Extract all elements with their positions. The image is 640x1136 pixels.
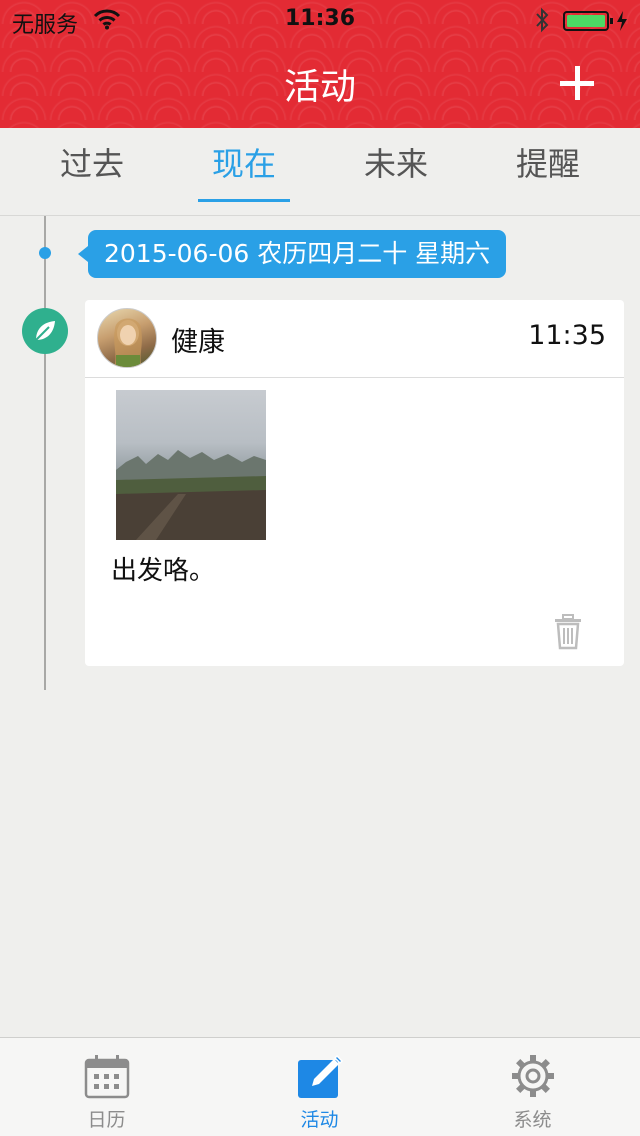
header: 无服务 11:36 活动 [0, 0, 640, 128]
tabbar-label-calendar: 日历 [87, 1109, 126, 1131]
card-header: 健康 11:35 [85, 300, 624, 378]
tabbar-label-system: 系统 [513, 1109, 552, 1131]
tabbar-item-activity[interactable]: 活动 [213, 1038, 426, 1136]
timeline-line [44, 216, 46, 690]
activity-card[interactable]: 健康 11:35 出发咯。 [85, 300, 624, 666]
bottom-tab-bar: 日历 活动 系统 [0, 1037, 640, 1136]
leaf-icon [35, 321, 55, 341]
segment-tabs: 过去 现在 未来 提醒 [0, 128, 640, 216]
add-activity-button[interactable] [554, 60, 600, 106]
battery-icon [563, 11, 627, 31]
tabbar-item-calendar[interactable]: 日历 [0, 1038, 213, 1136]
tab-future[interactable]: 未来 [316, 128, 476, 216]
post-text: 出发咯。 [111, 556, 216, 586]
trash-icon[interactable] [553, 614, 583, 650]
gear-icon [512, 1055, 554, 1097]
tab-past[interactable]: 过去 [12, 128, 172, 216]
tab-now[interactable]: 现在 [164, 128, 324, 216]
tab-reminders[interactable]: 提醒 [468, 128, 628, 216]
calendar-icon [84, 1055, 130, 1099]
bluetooth-icon [536, 7, 549, 33]
edit-icon [298, 1054, 344, 1098]
category-badge [22, 308, 68, 354]
post-time: 11:35 [528, 320, 606, 351]
timeline-date-dot [39, 247, 51, 259]
category-name: 健康 [171, 327, 225, 358]
avatar-image [114, 318, 142, 367]
date-label: 2015-06-06 农历四月二十 星期六 [77, 230, 507, 278]
page-title: 活动 [283, 67, 356, 108]
tabbar-item-system[interactable]: 系统 [426, 1038, 639, 1136]
status-bar: 无服务 11:36 [0, 0, 640, 40]
landscape-image [116, 450, 266, 540]
tabbar-label-activity: 活动 [300, 1109, 339, 1131]
avatar[interactable] [97, 308, 157, 368]
screen: 无服务 11:36 活动 过去 现在 未来 提醒 2015-06-06 农历四月… [0, 0, 640, 1136]
post-photo[interactable] [116, 390, 266, 540]
